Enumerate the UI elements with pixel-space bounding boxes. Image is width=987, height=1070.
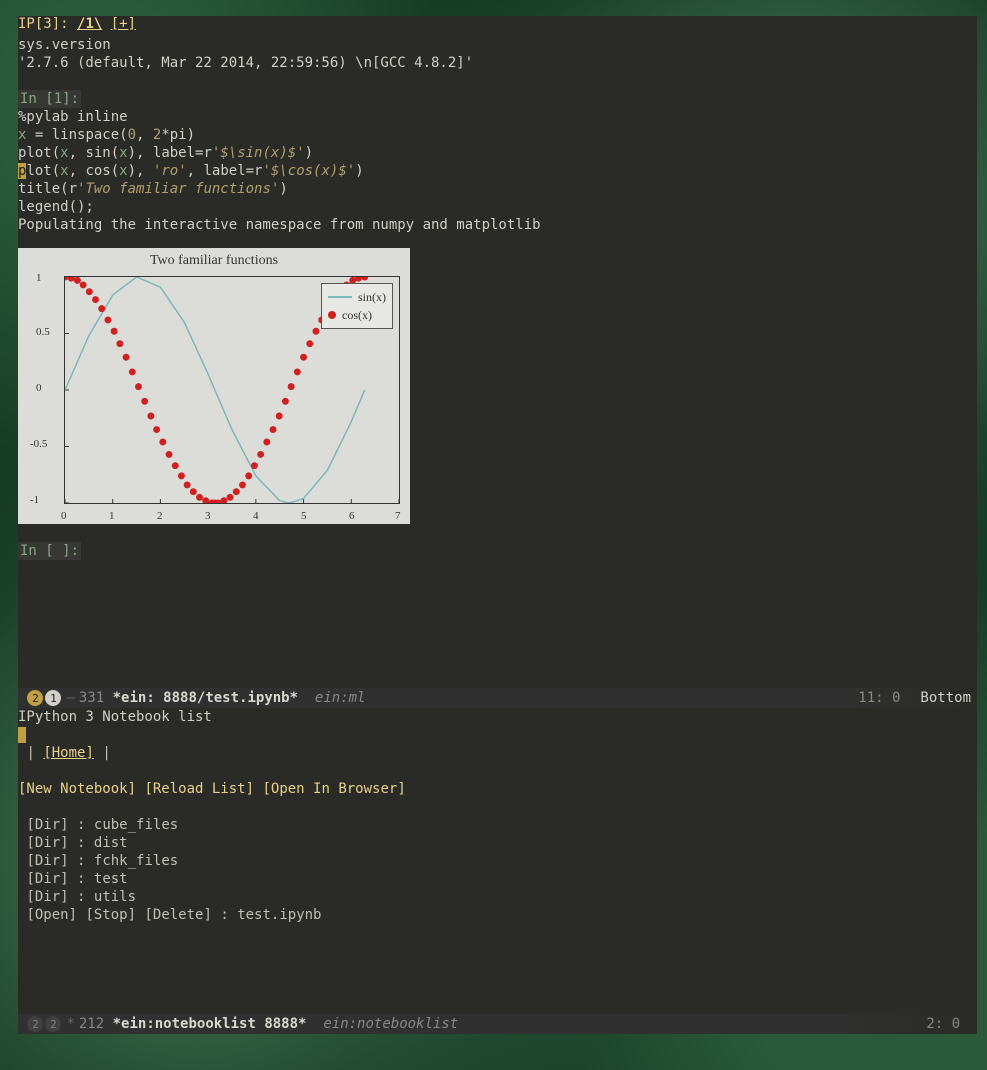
dir-name: utils — [94, 889, 136, 905]
prompt-in1: In [1]: — [18, 90, 81, 108]
plot-output: Two familiar functions sin(x) cos(x) 1 0… — [18, 248, 410, 524]
plot-legend: sin(x) cos(x) — [321, 283, 393, 329]
tab-current[interactable]: /1\ — [77, 16, 102, 32]
ml-where: Bottom — [920, 690, 971, 706]
in1-l2[interactable]: x = linspace(0, 2*pi) — [18, 126, 977, 144]
file-name: test.ipynb — [237, 907, 321, 923]
ytick: -1 — [30, 494, 39, 506]
nblist-title: IPython 3 Notebook list — [18, 708, 977, 726]
xtick: 5 — [301, 510, 307, 522]
list-item: [Dir] : dist — [18, 834, 977, 852]
in1-output: Populating the interactive namespace fro… — [18, 216, 977, 234]
dir-name: fchk_files — [94, 853, 178, 869]
home-link[interactable]: [Home] — [43, 745, 94, 761]
prompt-empty[interactable]: In [ ]: — [18, 542, 81, 560]
list-item: [Dir] : fchk_files — [18, 852, 977, 870]
dir-name: dist — [94, 835, 128, 851]
xtick: 1 — [109, 510, 115, 522]
stop-file-button[interactable]: [Stop] — [85, 907, 136, 923]
xtick: 4 — [253, 510, 259, 522]
delete-file-button[interactable]: [Delete] — [144, 907, 211, 923]
window-badge-1: 2 — [27, 690, 43, 706]
open-browser-button[interactable]: [Open In Browser] — [262, 781, 405, 797]
ip3-line2: '2.7.6 (default, Mar 22 2014, 22:59:56) … — [18, 54, 977, 72]
dir-name: cube_files — [94, 817, 178, 833]
ip3-line1: sys.version — [18, 36, 977, 54]
open-file-button[interactable]: [Open] — [26, 907, 77, 923]
ml-buffer: *ein: 8888/test.ipynb* — [113, 690, 298, 706]
dir-link[interactable]: [Dir] — [26, 871, 68, 887]
legend-sin: sin(x) — [358, 290, 386, 305]
ytick: 0.5 — [36, 326, 50, 338]
plot-title: Two familiar functions — [18, 253, 410, 269]
tab-add[interactable]: [+] — [111, 16, 136, 32]
reload-list-button[interactable]: [Reload List] — [144, 781, 254, 797]
xtick: 6 — [349, 510, 355, 522]
in1-l6[interactable]: legend(); — [18, 198, 977, 216]
notebooklist-pane[interactable]: IPython 3 Notebook list | [Home] | [New … — [18, 708, 977, 1014]
dir-link[interactable]: [Dir] — [26, 853, 68, 869]
dir-link[interactable]: [Dir] — [26, 835, 68, 851]
legend-dot-icon — [328, 311, 336, 319]
directory-list: [Dir] : cube_files [Dir] : dist [Dir] : … — [18, 816, 977, 906]
ytick: -0.5 — [30, 438, 47, 450]
ytick: 0 — [36, 382, 42, 394]
list-item: [Dir] : utils — [18, 888, 977, 906]
dir-link[interactable]: [Dir] — [26, 817, 68, 833]
ytick: 1 — [36, 272, 42, 284]
new-notebook-button[interactable]: [New Notebook] — [18, 781, 136, 797]
notebook-pane[interactable]: sys.version '2.7.6 (default, Mar 22 2014… — [18, 16, 977, 688]
ml-mode: ein:ml — [315, 690, 366, 706]
window-badge-2: 1 — [45, 690, 61, 706]
modeline-2: 22 * 212 *ein:notebooklist 8888* ein:not… — [18, 1014, 977, 1034]
cursor-2 — [18, 727, 26, 743]
ml-pos: 11: 0 — [858, 690, 900, 706]
tab-prefix: IP[3]: — [18, 16, 77, 32]
ml2-buffer: *ein:notebooklist 8888* — [113, 1016, 307, 1032]
legend-cos: cos(x) — [342, 308, 372, 323]
in1-l5[interactable]: title(r'Two familiar functions') — [18, 180, 977, 198]
window-badge-4: 2 — [45, 1016, 61, 1032]
modeline-1: 21 — 331 *ein: 8888/test.ipynb* ein:ml 1… — [18, 688, 977, 708]
in1-l4[interactable]: plot(x, cos(x), 'ro', label=r'$\cos(x)$'… — [18, 162, 977, 180]
in1-l1[interactable]: %pylab inline — [18, 108, 977, 126]
in1-l3[interactable]: plot(x, sin(x), label=r'$\sin(x)$') — [18, 144, 977, 162]
ml2-line: 212 — [79, 1016, 104, 1032]
legend-line-icon — [328, 296, 352, 298]
window-badge-3: 2 — [27, 1016, 43, 1032]
xtick: 3 — [205, 510, 211, 522]
ml2-mode: ein:notebooklist — [323, 1016, 458, 1032]
ml-line: 331 — [79, 690, 104, 706]
list-item: [Dir] : cube_files — [18, 816, 977, 834]
dir-name: test — [94, 871, 128, 887]
dir-link[interactable]: [Dir] — [26, 889, 68, 905]
tab-line: IP[3]: /1\ [+] — [18, 16, 977, 36]
plot-axes: sin(x) cos(x) — [64, 276, 400, 504]
xtick: 2 — [157, 510, 163, 522]
ml2-pos: 2: 0 — [926, 1016, 960, 1032]
xtick: 7 — [395, 510, 401, 522]
xtick: 0 — [61, 510, 67, 522]
list-item: [Dir] : test — [18, 870, 977, 888]
